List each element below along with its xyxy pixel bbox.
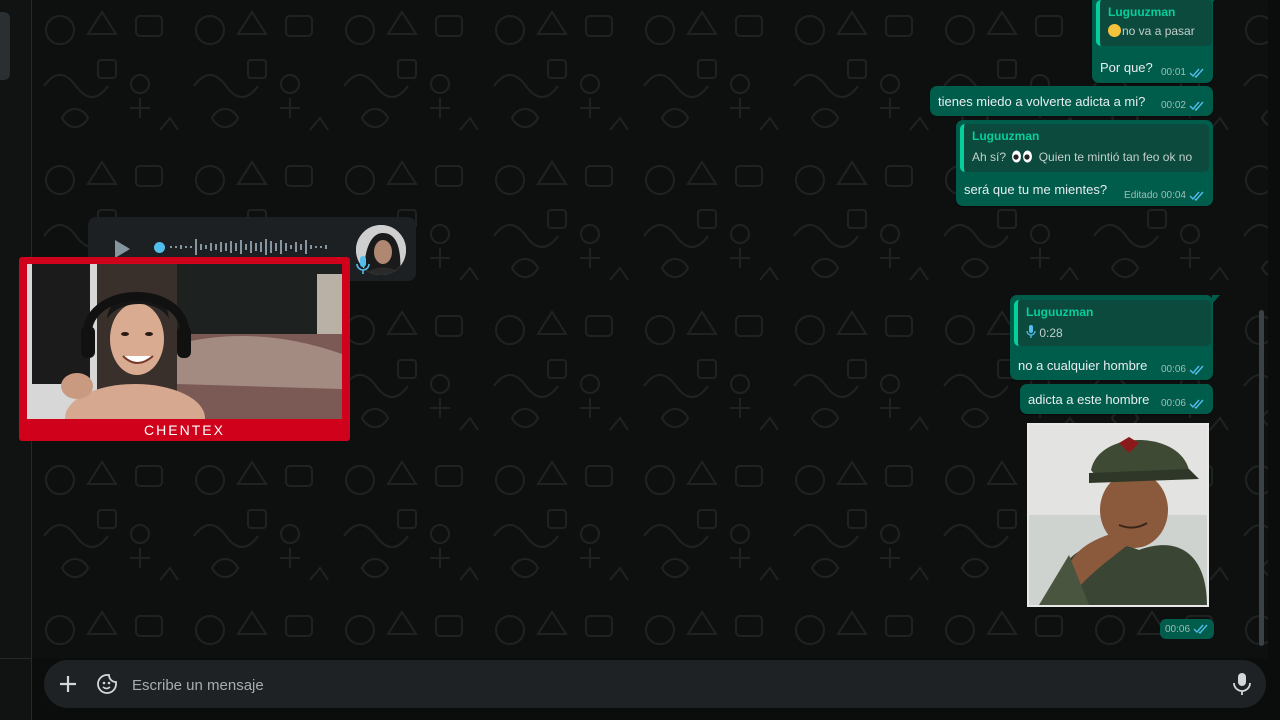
message-bubble[interactable]: Luguuzman Ah sí? Quien te mintió tan feo… xyxy=(956,120,1213,206)
message-meta: Editado 00:04 xyxy=(1124,190,1205,201)
voice-waveform[interactable] xyxy=(168,235,338,259)
read-ticks-icon xyxy=(1189,101,1204,111)
message-meta: 00:01 xyxy=(1161,67,1205,78)
mic-icon[interactable] xyxy=(1232,672,1252,696)
message-bubble[interactable]: Luguuzman no va a pasar Por que? 00:01 xyxy=(1092,0,1220,83)
message-bubble[interactable]: Luguuzman 0:28 no a cualquier hombre 00:… xyxy=(1010,295,1220,380)
message-time: 00:06 xyxy=(1160,398,1186,409)
read-ticks-icon xyxy=(1189,68,1204,78)
quote-author: Luguuzman xyxy=(972,129,1040,143)
quoted-message[interactable]: Luguuzman 0:28 xyxy=(1014,300,1211,346)
message-time: 00:01 xyxy=(1160,67,1186,78)
read-ticks-icon xyxy=(1189,365,1204,375)
webcam-video xyxy=(27,264,342,419)
voice-progress-handle[interactable] xyxy=(154,242,165,253)
plus-icon[interactable] xyxy=(58,674,78,694)
quote-author: Luguuzman xyxy=(1026,305,1094,319)
message-bubble[interactable]: adicta a este hombre 00:06 xyxy=(1020,384,1213,414)
play-icon[interactable] xyxy=(112,239,132,259)
photo-thumbnail[interactable] xyxy=(1027,423,1209,607)
sticker-icon[interactable] xyxy=(96,673,118,695)
message-text: tienes miedo a volverte adicta a mi? xyxy=(938,94,1146,109)
mic-icon xyxy=(1026,325,1036,338)
read-ticks-icon xyxy=(1189,399,1204,409)
message-text: será que tu me mientes? xyxy=(964,182,1108,197)
quote-text-before: Ah sí? xyxy=(972,150,1007,164)
quote-voice-row: 0:28 xyxy=(1026,325,1063,340)
edited-label: Editado xyxy=(1124,190,1158,201)
face-emoji-icon xyxy=(1108,24,1121,37)
message-meta: 00:06 xyxy=(1160,619,1214,639)
message-meta: 00:06 xyxy=(1161,364,1205,375)
message-text: Por que? xyxy=(1100,60,1153,75)
quote-text-row: Ah sí? Quien te mintió tan feo ok no xyxy=(972,150,1192,164)
message-text: adicta a este hombre xyxy=(1028,392,1150,407)
message-time: 00:06 xyxy=(1164,623,1191,635)
webcam-label: CHENTEX xyxy=(144,422,225,438)
rail-divider xyxy=(0,658,31,659)
quote-voice-duration: 0:28 xyxy=(1039,326,1063,340)
quote-author: Luguuzman xyxy=(1108,5,1176,19)
message-time: 00:02 xyxy=(1160,100,1186,111)
quoted-message[interactable]: Luguuzman Ah sí? Quien te mintió tan feo… xyxy=(960,124,1209,172)
message-meta: 00:02 xyxy=(1161,100,1205,111)
quoted-message[interactable]: Luguuzman no va a pasar xyxy=(1096,0,1212,46)
eyes-emoji-icon xyxy=(1012,150,1033,163)
quote-text-row: no va a pasar xyxy=(1108,24,1195,38)
message-composer xyxy=(44,660,1266,708)
quote-text-after: Quien te mintió tan feo ok no xyxy=(1038,150,1193,164)
quote-text: no va a pasar xyxy=(1122,24,1195,38)
read-ticks-icon xyxy=(1189,191,1204,201)
message-text: no a cualquier hombre xyxy=(1018,358,1148,373)
rail-tab[interactable] xyxy=(0,12,10,80)
mic-icon xyxy=(356,256,370,274)
chat-scrollbar[interactable] xyxy=(1259,310,1264,646)
message-time: 00:06 xyxy=(1160,364,1186,375)
message-meta: 00:06 xyxy=(1161,398,1205,409)
read-ticks-icon xyxy=(1193,624,1208,634)
message-input[interactable] xyxy=(130,670,1194,700)
webcam-overlay: CHENTEX xyxy=(19,257,350,441)
message-time: 00:04 xyxy=(1160,190,1186,201)
message-bubble[interactable]: tienes miedo a volverte adicta a mi? 00:… xyxy=(930,86,1213,116)
